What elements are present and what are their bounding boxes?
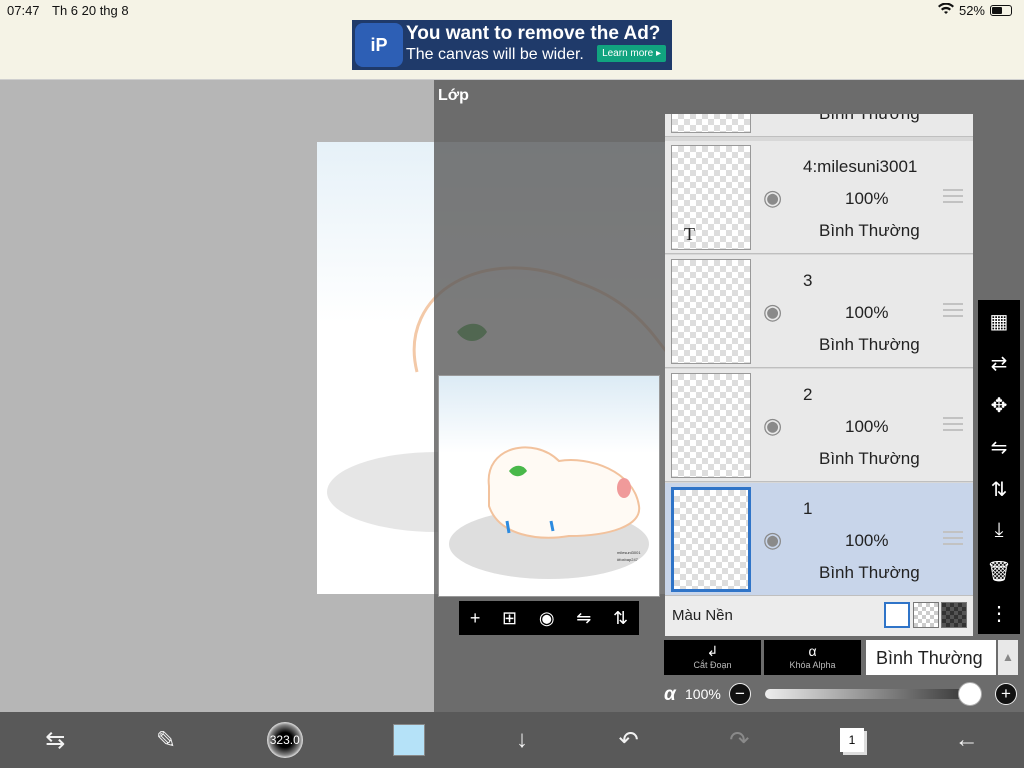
ad-learn-more-button[interactable]: Learn more ▸ <box>597 45 666 62</box>
layer-blend-mode: Bình Thường <box>819 563 920 582</box>
blend-mode-select[interactable]: Bình Thường <box>866 640 996 675</box>
camera-icon[interactable]: ◉ <box>539 608 555 629</box>
layer-name: 2 <box>803 385 813 404</box>
status-right: 52% <box>937 2 1012 18</box>
flip-horizontal-icon[interactable]: ⇋ <box>576 608 591 629</box>
layer-blend-mode: Bình Thường <box>819 335 920 354</box>
visibility-eye-icon[interactable]: ◉ <box>763 299 782 325</box>
opacity-slider-knob[interactable] <box>958 682 982 706</box>
layer-thumbnail <box>671 114 751 133</box>
layer-thumbnail <box>671 259 751 364</box>
status-date: Th 6 20 thg 8 <box>52 3 129 18</box>
flip-horizontal-icon[interactable]: ⇋ <box>991 435 1008 460</box>
visibility-eye-icon[interactable]: ◉ <box>763 527 782 553</box>
flip-vertical-icon[interactable]: ⇅ <box>991 477 1008 502</box>
battery-icon <box>990 5 1012 16</box>
layer-row-1[interactable]: ◉ 1 100% Bình Thường <box>665 483 973 596</box>
brush-size-indicator[interactable]: 323.0 <box>266 722 303 758</box>
preview-toolbar: + ⊞ ◉ ⇋ ⇅ <box>459 601 639 635</box>
chevron-up-icon[interactable]: ▲ <box>998 640 1018 675</box>
opacity-slider[interactable] <box>765 689 973 699</box>
wifi-icon <box>937 2 954 18</box>
drag-handle-icon[interactable] <box>943 303 963 317</box>
background-white-swatch[interactable] <box>884 602 910 628</box>
visibility-eye-icon[interactable]: ◉ <box>763 185 782 211</box>
alpha-lock-label: Khóa Alpha <box>789 660 836 670</box>
background-color-row: Màu Nền <box>665 596 973 636</box>
layer-blend-mode: Bình Thường <box>819 221 920 240</box>
opacity-increase-button[interactable]: + <box>995 683 1017 705</box>
text-layer-icon: T <box>684 224 695 244</box>
ad-title: You want to remove the Ad? <box>406 23 661 44</box>
layer-blend-mode: Bình Thường <box>819 449 920 468</box>
alpha-lock-icon: α <box>808 643 817 659</box>
transform-tool-icon[interactable]: ⇆ <box>45 726 65 755</box>
back-arrow-icon[interactable]: ← <box>955 726 979 754</box>
checker-pattern-icon[interactable]: ▦ <box>990 309 1009 334</box>
layer-name: 1 <box>803 499 813 518</box>
alpha-lock-button[interactable]: α Khóa Alpha <box>764 640 861 675</box>
layer-opacity: 100% <box>845 189 889 208</box>
status-time: 07:47 <box>7 3 40 18</box>
bottom-toolbar: ⇆ ✎ 323.0 ↓ ↶ ↷ 1 ← <box>0 712 1024 768</box>
layer-name: 3 <box>803 271 813 290</box>
redo-icon[interactable]: ↷ <box>729 726 749 755</box>
layer-opacity: 100% <box>845 531 889 550</box>
layer-thumbnail <box>671 487 751 592</box>
layer-thumbnail <box>671 373 751 478</box>
layer-tools-sidebar: ▦ ⇄ ✥ ⇋ ⇅ ⤓ 🗑 ⋮ <box>978 300 1020 634</box>
move-icon[interactable]: ✥ <box>991 393 1008 418</box>
layer-preview: milesuni3001 #foxbap247 <box>438 375 660 597</box>
transfer-icon[interactable]: ⇄ <box>991 351 1008 376</box>
merge-down-icon[interactable]: ⤓ <box>995 519 1004 542</box>
layer-row-partial[interactable]: Bình Thường <box>665 114 973 137</box>
layer-name: 4:milesuni3001 <box>803 157 918 176</box>
battery-percent: 52% <box>958 3 985 18</box>
clipping-button[interactable]: ↲ Cắt Đoạn <box>664 640 761 675</box>
layer-panel-title: Lớp <box>438 87 469 104</box>
clipping-icon: ↲ <box>706 643 719 659</box>
layers-page-button[interactable]: 1 <box>840 728 864 752</box>
layer-row-2[interactable]: ◉ 2 100% Bình Thường <box>665 369 973 482</box>
ad-logo: iP <box>355 23 403 67</box>
background-label: Màu Nền <box>672 607 733 624</box>
layer-list[interactable]: Bình Thường T ◉ 4:milesuni3001 100% Bình… <box>665 114 973 636</box>
opacity-decrease-button[interactable]: − <box>729 683 751 705</box>
undo-icon[interactable]: ↶ <box>619 726 639 755</box>
layer-opacity: 100% <box>845 303 889 322</box>
layer-blend-mode: Bình Thường <box>819 114 920 124</box>
clipping-label: Cắt Đoạn <box>693 660 732 670</box>
current-color-swatch[interactable] <box>393 724 426 756</box>
layer-opacity: 100% <box>845 417 889 436</box>
alpha-symbol: α <box>664 684 676 705</box>
preview-artwork: milesuni3001 #foxbap247 <box>449 446 649 579</box>
more-icon[interactable]: ⋮ <box>989 601 1009 626</box>
flip-vertical-icon[interactable]: ⇅ <box>613 608 628 629</box>
background-transparent-swatch[interactable] <box>913 602 939 628</box>
drag-handle-icon[interactable] <box>943 531 963 545</box>
visibility-eye-icon[interactable]: ◉ <box>763 413 782 439</box>
background-dark-swatch[interactable] <box>941 602 967 628</box>
add-layer-icon[interactable]: ⊞ <box>502 608 517 629</box>
preview-credit-2: #foxbap247 <box>617 557 639 562</box>
drag-handle-icon[interactable] <box>943 417 963 431</box>
ad-subtitle: The canvas will be wider. <box>406 46 584 63</box>
opacity-value: 100% <box>685 686 721 702</box>
layer-row-4[interactable]: T ◉ 4:milesuni3001 100% Bình Thường <box>665 141 973 254</box>
status-bar: 07:47 Th 6 20 thg 8 52% iP You want to r… <box>0 0 1024 80</box>
download-arrow-icon[interactable]: ↓ <box>516 726 528 754</box>
layer-thumbnail: T <box>671 145 751 250</box>
layer-row-3[interactable]: ◉ 3 100% Bình Thường <box>665 255 973 368</box>
trash-icon[interactable]: 🗑 <box>986 559 1011 584</box>
preview-credit-1: milesuni3001 <box>617 550 641 555</box>
brush-tool-icon[interactable]: ✎ <box>156 726 176 755</box>
add-icon[interactable]: + <box>470 608 481 629</box>
drag-handle-icon[interactable] <box>943 189 963 203</box>
ad-banner[interactable]: iP You want to remove the Ad? The canvas… <box>352 20 672 70</box>
